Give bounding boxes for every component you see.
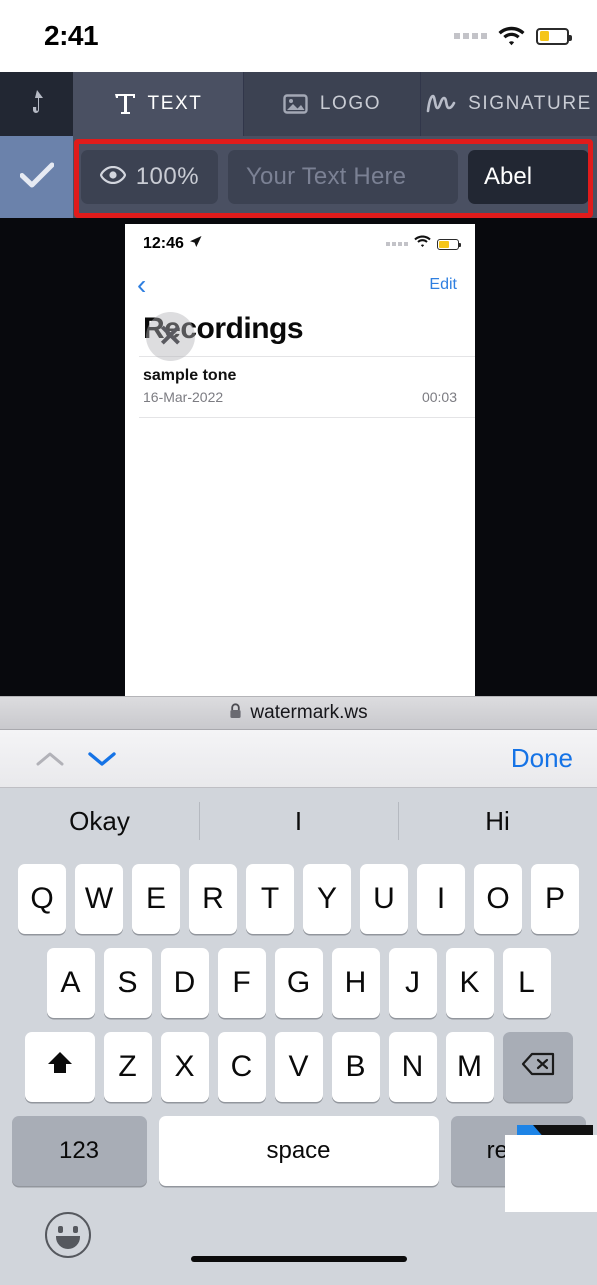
keyboard-done-button[interactable]: Done (511, 743, 573, 774)
tab-logo[interactable]: LOGO (243, 72, 420, 136)
status-bar: 2:41 (0, 0, 597, 72)
signal-dots-icon (454, 33, 487, 39)
key-j[interactable]: J (388, 948, 437, 1018)
key-m[interactable]: M (445, 1032, 494, 1102)
key-a[interactable]: A (46, 948, 95, 1018)
signature-squiggle-icon (426, 93, 456, 115)
key-b[interactable]: B (331, 1032, 380, 1102)
onscreen-keyboard: Q W E R T Y U I O P A S D F G H J K L Z … (0, 854, 597, 1285)
key-x[interactable]: X (160, 1032, 209, 1102)
suggestion-1[interactable]: I (199, 806, 398, 837)
chevron-up-icon[interactable] (24, 749, 76, 769)
shift-key[interactable] (24, 1032, 95, 1102)
keyboard-row-2: A S D F G H J K L (0, 948, 597, 1018)
url-host: watermark.ws (250, 702, 368, 723)
upload-button[interactable] (0, 72, 73, 136)
text-t-icon (114, 92, 136, 116)
emoji-smiley-icon[interactable] (45, 1212, 91, 1258)
backspace-icon (521, 1050, 555, 1084)
home-indicator (190, 1256, 407, 1262)
key-i[interactable]: I (417, 864, 465, 934)
upload-arrow-icon (27, 88, 47, 121)
confirm-button[interactable] (0, 136, 73, 218)
recording-meta: 16-Mar-2022 00:03 (143, 389, 457, 405)
key-w[interactable]: W (75, 864, 123, 934)
key-r[interactable]: R (189, 864, 237, 934)
preview-nav-bar: ‹ Edit (125, 264, 475, 306)
text-options-row: 100% Your Text Here Abel (0, 136, 597, 218)
watermark-occluder (505, 1135, 597, 1212)
key-l[interactable]: L (502, 948, 551, 1018)
status-indicators (454, 26, 572, 46)
preview-status-time: 12:46 (143, 235, 202, 253)
delete-key[interactable] (502, 1032, 573, 1102)
lock-icon (229, 702, 242, 724)
preview-divider-2 (139, 417, 475, 418)
location-arrow-icon (189, 235, 202, 253)
recording-duration: 00:03 (421, 389, 457, 405)
key-t[interactable]: T (246, 864, 294, 934)
predictive-suggestion-bar: Okay I Hi (0, 788, 597, 854)
key-g[interactable]: G (274, 948, 323, 1018)
key-v[interactable]: V (274, 1032, 323, 1102)
tab-text[interactable]: TEXT (73, 72, 243, 136)
opacity-value: 100% (135, 163, 200, 190)
battery-icon (536, 27, 572, 45)
status-time: 2:41 (44, 20, 99, 51)
chevron-down-icon[interactable] (76, 749, 128, 769)
numbers-key[interactable]: 123 (11, 1116, 147, 1186)
preview-status-bar: 12:46 (125, 224, 475, 264)
watermark-text-input[interactable]: Your Text Here (228, 150, 458, 204)
tab-signature[interactable]: SIGNATURE (420, 72, 597, 136)
image-icon (283, 93, 308, 115)
editor-tab-bar: TEXT LOGO SIGNATURE (0, 72, 597, 136)
key-z[interactable]: Z (103, 1032, 152, 1102)
tab-signature-label: SIGNATURE (468, 93, 592, 114)
preview-battery-icon (437, 238, 461, 250)
recording-name: sample tone (143, 367, 237, 384)
font-name-field[interactable]: Abel (468, 150, 589, 204)
key-q[interactable]: Q (18, 864, 66, 934)
key-n[interactable]: N (388, 1032, 437, 1102)
key-d[interactable]: D (160, 948, 209, 1018)
key-k[interactable]: K (445, 948, 494, 1018)
key-f[interactable]: F (217, 948, 266, 1018)
suggestion-0[interactable]: Okay (0, 806, 199, 837)
recording-date: 16-Mar-2022 (143, 389, 224, 405)
chevron-left-icon[interactable]: ‹ (137, 271, 146, 299)
keyboard-accessory-bar: Done (0, 730, 597, 788)
key-c[interactable]: C (217, 1032, 266, 1102)
preview-wifi-icon (414, 235, 431, 253)
eye-icon (99, 165, 127, 189)
space-key[interactable]: space (158, 1116, 439, 1186)
key-s[interactable]: S (103, 948, 152, 1018)
checkmark-icon (19, 162, 54, 193)
key-e[interactable]: E (132, 864, 180, 934)
keyboard-row-1: Q W E R T Y U I O P (0, 864, 597, 934)
key-p[interactable]: P (531, 864, 579, 934)
preview-list-item[interactable]: sample tone 16-Mar-2022 00:03 (125, 357, 475, 417)
suggestion-2[interactable]: Hi (398, 806, 597, 837)
opacity-control[interactable]: 100% (81, 150, 218, 204)
close-x-icon[interactable]: ✕ (146, 312, 195, 361)
preview-document[interactable]: 12:46 ‹ Edit Recordings sample tone 16-M… (125, 224, 475, 696)
preview-edit-button[interactable]: Edit (429, 276, 457, 294)
tab-text-label: TEXT (147, 93, 203, 114)
shift-arrow-icon (45, 1048, 75, 1086)
tab-logo-label: LOGO (319, 93, 382, 114)
preview-canvas: 12:46 ‹ Edit Recordings sample tone 16-M… (0, 218, 597, 696)
phone-screen: 2:41 TEXT LOGO SIGNATURE 100% Your Text … (0, 0, 597, 1285)
key-y[interactable]: Y (303, 864, 351, 934)
wifi-icon (498, 26, 525, 46)
text-option-fields: 100% Your Text Here Abel (73, 136, 597, 218)
preview-status-indicators (386, 235, 461, 253)
key-u[interactable]: U (360, 864, 408, 934)
keyboard-row-3: Z X C V B N M (0, 1032, 597, 1102)
key-o[interactable]: O (474, 864, 522, 934)
preview-signal-dots-icon (386, 242, 408, 246)
browser-url-bar[interactable]: watermark.ws (0, 696, 597, 730)
key-h[interactable]: H (331, 948, 380, 1018)
